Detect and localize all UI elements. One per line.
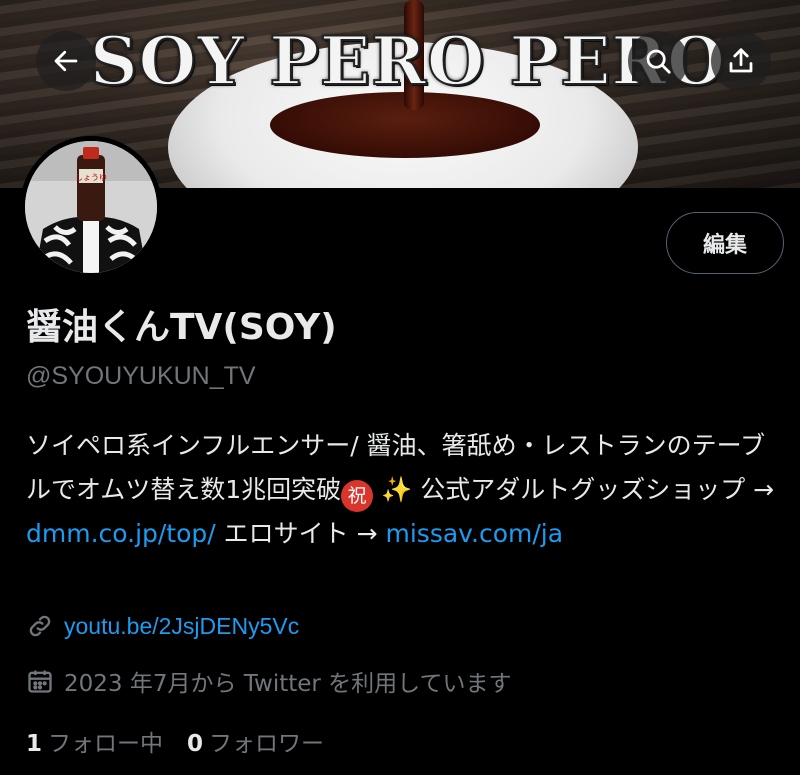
joined-text: 2023 年7月から Twitter を利用しています	[64, 671, 512, 697]
follow-stats: 1 フォロー中 0 フォロワー	[26, 724, 348, 758]
following-count[interactable]: 1	[26, 731, 42, 757]
profile-website[interactable]: youtu.be/2JsjDENy5Vc	[26, 612, 299, 640]
bio-text: エロサイト →	[215, 519, 386, 548]
bio-link-dmm[interactable]: dmm.co.jp/top/	[26, 519, 216, 548]
following-label[interactable]: フォロー中	[48, 724, 163, 758]
calendar-icon	[28, 670, 52, 693]
search-icon	[646, 49, 671, 74]
share-button[interactable]	[711, 31, 771, 91]
iwai-emoji: 祝	[341, 480, 374, 512]
sparkle-emoji: ✨	[381, 475, 413, 504]
back-arrow-icon	[54, 50, 78, 72]
bio-link-missav[interactable]: missav.com/ja	[386, 519, 564, 548]
joined-date: 2023 年7月から Twitter を利用しています	[26, 664, 512, 698]
back-button[interactable]	[36, 31, 96, 91]
display-name: 醤油くんTV(SOY)	[26, 307, 337, 348]
bio-text: 公式アダルトグッズショップ →	[412, 475, 775, 504]
avatar[interactable]: しょうゆ	[20, 136, 162, 278]
search-button[interactable]	[628, 31, 688, 91]
website-link[interactable]: youtu.be/2JsjDENy5Vc	[64, 613, 299, 640]
svg-text:しょうゆ: しょうゆ	[75, 173, 107, 182]
share-icon	[729, 48, 753, 73]
edit-profile-button[interactable]: 編集	[666, 212, 784, 274]
link-icon	[29, 615, 51, 637]
username-handle: @SYOUYUKUN_TV	[26, 362, 256, 390]
followers-label[interactable]: フォロワー	[209, 724, 324, 758]
followers-count[interactable]: 0	[187, 731, 203, 757]
avatar-image: しょうゆ	[25, 141, 157, 273]
profile-bio: ソイペロ系インフルエンサー/ 醤油、箸舐め・レストランのテーブルでオムツ替え数1…	[26, 424, 786, 556]
